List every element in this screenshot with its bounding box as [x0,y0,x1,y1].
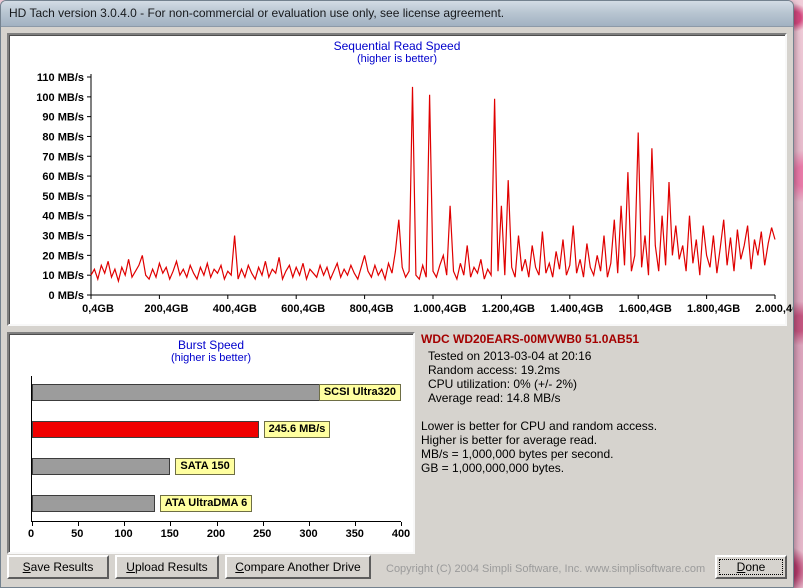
seq-chart-subtitle: (higher is better) [356,53,438,65]
burst-axis-label: 0 [27,528,35,540]
burst-axis-label: 50 [71,528,84,540]
seq-chart-title: Sequential Read Speed [333,39,461,53]
svg-text:400,4GB: 400,4GB [213,303,257,315]
svg-text:1.600,4GB: 1.600,4GB [619,303,672,315]
random-access-line: Random access: 19.2ms [428,363,561,377]
svg-text:90 MB/s: 90 MB/s [42,112,84,124]
save-results-button[interactable]: Save Results [7,555,109,579]
burst-axis-tick [124,522,126,526]
svg-text:200,4GB: 200,4GB [144,303,188,315]
svg-text:800,4GB: 800,4GB [350,303,394,315]
burst-bar [32,384,328,401]
svg-text:80 MB/s: 80 MB/s [42,131,84,143]
svg-text:0 MB/s: 0 MB/s [49,290,84,302]
svg-text:0,4GB: 0,4GB [82,303,114,315]
sequential-read-panel: Sequential Read Speed (higher is better)… [7,33,793,326]
burst-bar-label: SATA 150 [175,458,235,475]
burst-axis-tick [32,522,33,526]
burst-axis-tick [308,522,310,526]
compare-another-drive-button[interactable]: Compare Another Drive [225,555,371,579]
client-area: Sequential Read Speed (higher is better)… [1,27,793,587]
svg-text:1.200,4GB: 1.200,4GB [482,303,535,315]
svg-text:10 MB/s: 10 MB/s [42,270,84,282]
button-row: Save Results Upload Results Compare Anot… [1,555,793,587]
copyright-text: Copyright (C) 2004 Simpli Software, Inc.… [386,563,706,575]
burst-axis-label: 150 [160,528,179,540]
cpu-utilization-line: CPU utilization: 0% (+/- 2%) [428,377,578,391]
svg-text:1.400,4GB: 1.400,4GB [550,303,603,315]
burst-bar [32,495,155,512]
burst-bar [32,421,259,438]
svg-text:50 MB/s: 50 MB/s [42,191,84,203]
burst-bar-label: ATA UltraDMA 6 [159,495,253,512]
tested-on-line: Tested on 2013-03-04 at 20:16 [428,349,592,363]
burst-bar [32,458,171,475]
burst-axis-tick [354,522,356,526]
note-lower-better: Lower is better for CPU and random acces… [421,419,658,433]
svg-text:110 MB/s: 110 MB/s [37,72,84,84]
svg-text:70 MB/s: 70 MB/s [42,151,84,163]
burst-speed-plot: SCSI Ultra320 245.6 MB/s SATA 150 ATA Ultra… [31,376,402,526]
note-higher-better: Higher is better for average read. [421,433,598,447]
burst-axis-labels: 0 50 100 150 200 250 300 350 400 [27,528,410,544]
burst-axis-tick [262,522,264,526]
burst-bar-label: SCSI Ultra320 [318,384,401,401]
svg-text:600,4GB: 600,4GB [281,303,325,315]
burst-axis-tick [401,522,402,526]
upload-results-button[interactable]: Upload Results [115,555,219,579]
svg-text:30 MB/s: 30 MB/s [42,231,84,243]
burst-axis-tick [216,522,218,526]
svg-text:2.000,4GB: 2.000,4GB [755,303,794,315]
note-gb-definition: GB = 1,000,000,000 bytes. [421,461,565,475]
svg-text:1.000,4GB: 1.000,4GB [413,303,466,315]
burst-axis-label: 200 [206,528,226,540]
average-read-line: Average read: 14.8 MB/s [428,391,561,405]
drive-info-panel: WDC WD20EARS-00MVWB0 51.0AB51 Tested on … [421,332,789,558]
burst-bar-label: 245.6 MB/s [263,421,331,438]
svg-text:60 MB/s: 60 MB/s [42,171,84,183]
hdtach-window: HD Tach version 3.0.4.0 - For non-commer… [0,0,794,588]
svg-text:1.800,4GB: 1.800,4GB [687,303,740,315]
burst-axis-label: 350 [345,528,364,540]
burst-chart-subtitle: (higher is better) [170,352,252,364]
drive-name: WDC WD20EARS-00MVWB0 51.0AB51 [421,332,640,346]
titlebar[interactable]: HD Tach version 3.0.4.0 - For non-commer… [1,1,793,27]
svg-text:20 MB/s: 20 MB/s [42,250,84,262]
burst-axis-tick [78,522,80,526]
note-mbs-definition: MB/s = 1,000,000 bytes per second. [421,447,614,461]
burst-axis-tick [170,522,172,526]
burst-axis-label: 100 [114,528,133,540]
svg-text:40 MB/s: 40 MB/s [42,211,84,223]
burst-axis-label: 250 [253,528,272,540]
done-button[interactable]: Done [715,555,787,579]
svg-text:100 MB/s: 100 MB/s [36,92,84,104]
sequential-read-chart: 0 MB/s 10 MB/s 20 MB/s 30 MB/s 40 MB/s 50 MB/… [36,72,793,315]
burst-axis-label: 300 [299,528,318,540]
burst-chart-title: Burst Speed [177,338,245,352]
burst-axis-label: 400 [391,528,411,540]
burst-speed-panel: Burst Speed (higher is better) SCSI Ultr… [7,332,415,554]
window-title: HD Tach version 3.0.4.0 - For non-commer… [9,6,505,20]
